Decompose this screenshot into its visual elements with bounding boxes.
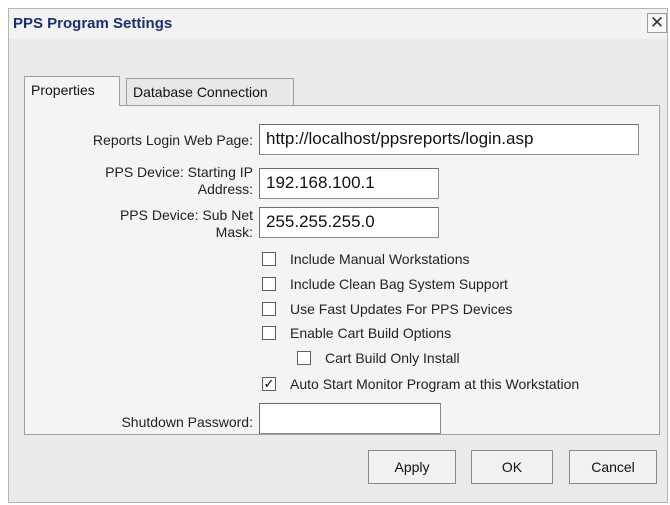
starting-ip-field[interactable]: 192.168.100.1 bbox=[259, 168, 439, 199]
checkbox-label: Auto Start Monitor Program at this Works… bbox=[290, 376, 580, 392]
starting-ip-label: PPS Device: Starting IP Address: bbox=[27, 164, 253, 198]
checkbox-label: Include Clean Bag System Support bbox=[290, 276, 508, 292]
subnet-mask-label-line1: PPS Device: Sub Net bbox=[119, 207, 253, 223]
shutdown-password-field[interactable] bbox=[259, 403, 441, 434]
subnet-mask-label: PPS Device: Sub Net Mask: bbox=[27, 207, 253, 241]
checkbox-box[interactable] bbox=[262, 277, 276, 291]
tab-database-connection[interactable]: Database Connection bbox=[126, 78, 294, 106]
properties-panel: Reports Login Web Page: http://localhost… bbox=[24, 105, 660, 435]
cancel-button[interactable]: Cancel bbox=[569, 450, 657, 484]
checkbox-box[interactable] bbox=[262, 302, 276, 316]
check-mark-icon: ✓ bbox=[263, 376, 275, 391]
starting-ip-label-line1: PPS Device: Starting IP bbox=[105, 164, 253, 180]
tab-properties-label: Properties bbox=[31, 82, 95, 98]
checkbox-label: Use Fast Updates For PPS Devices bbox=[290, 301, 513, 317]
checkbox-label: Cart Build Only Install bbox=[325, 350, 460, 366]
shutdown-password-label: Shutdown Password: bbox=[121, 414, 253, 430]
reports-login-url-field[interactable]: http://localhost/ppsreports/login.asp bbox=[259, 124, 639, 155]
ok-button[interactable]: OK bbox=[471, 450, 553, 484]
apply-button[interactable]: Apply bbox=[368, 450, 456, 484]
checkbox-label: Enable Cart Build Options bbox=[290, 325, 452, 341]
subnet-mask-field[interactable]: 255.255.255.0 bbox=[259, 207, 439, 238]
dialog-title: PPS Program Settings bbox=[13, 15, 173, 32]
reports-login-label: Reports Login Web Page: bbox=[92, 132, 253, 148]
checkbox-label: Include Manual Workstations bbox=[290, 251, 470, 267]
starting-ip-label-line2: Address: bbox=[197, 181, 253, 197]
checkbox-box[interactable] bbox=[297, 351, 311, 365]
checkbox-box[interactable] bbox=[262, 326, 276, 340]
subnet-mask-label-line2: Mask: bbox=[215, 224, 253, 240]
title-bar[interactable]: PPS Program Settings ✕ bbox=[9, 9, 667, 39]
checkbox-box[interactable]: ✓ bbox=[262, 377, 276, 391]
close-icon[interactable]: ✕ bbox=[647, 13, 667, 33]
tab-properties[interactable]: Properties bbox=[24, 76, 120, 106]
checkbox-box[interactable] bbox=[262, 252, 276, 266]
tab-database-connection-label: Database Connection bbox=[133, 84, 268, 100]
